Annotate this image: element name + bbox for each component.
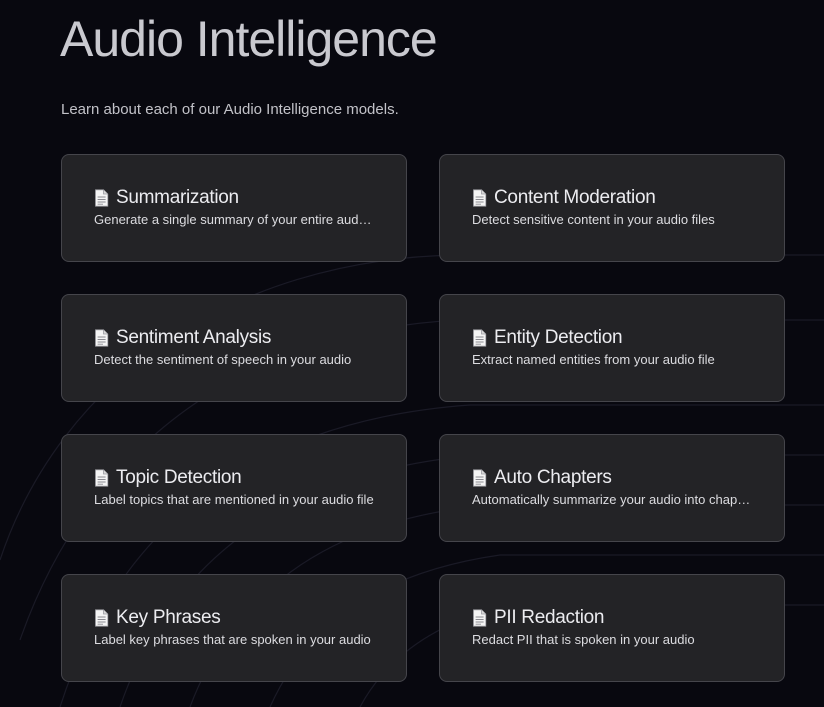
card-description: Automatically summarize your audio into … <box>472 492 752 507</box>
card-pii-redaction[interactable]: PII Redaction Redact PII that is spoken … <box>439 574 785 682</box>
document-icon <box>472 188 487 207</box>
page-subtitle: Learn about each of our Audio Intelligen… <box>61 101 399 118</box>
card-title-row: Key Phrases <box>94 606 374 630</box>
card-topic-detection[interactable]: Topic Detection Label topics that are me… <box>61 434 407 542</box>
document-icon <box>94 608 109 627</box>
page-title: Audio Intelligence <box>60 11 438 67</box>
document-icon <box>94 328 109 347</box>
card-summarization[interactable]: Summarization Generate a single summary … <box>61 154 407 262</box>
card-title: PII Redaction <box>494 607 605 628</box>
model-card-grid: Summarization Generate a single summary … <box>61 154 785 682</box>
card-description: Detect sensitive content in your audio f… <box>472 212 715 227</box>
card-title: Entity Detection <box>494 327 623 348</box>
card-description: Detect the sentiment of speech in your a… <box>94 352 352 367</box>
card-description: Redact PII that is spoken in your audio <box>472 632 695 647</box>
card-title-row: Topic Detection <box>94 466 374 490</box>
card-auto-chapters[interactable]: Auto Chapters Automatically summarize yo… <box>439 434 785 542</box>
card-title-row: Content Moderation <box>472 186 752 210</box>
card-title-row: Entity Detection <box>472 326 752 350</box>
card-title-row: Auto Chapters <box>472 466 752 490</box>
card-title: Key Phrases <box>116 607 221 628</box>
card-title-row: Sentiment Analysis <box>94 326 374 350</box>
document-icon <box>94 188 109 207</box>
card-title: Topic Detection <box>116 467 242 488</box>
card-description: Generate a single summary of your entire… <box>94 212 374 227</box>
card-description: Extract named entities from your audio f… <box>472 352 715 367</box>
document-icon <box>472 468 487 487</box>
card-content-moderation[interactable]: Content Moderation Detect sensitive cont… <box>439 154 785 262</box>
card-description: Label topics that are mentioned in your … <box>94 492 374 507</box>
document-icon <box>472 328 487 347</box>
card-title: Sentiment Analysis <box>116 327 272 348</box>
document-icon <box>94 468 109 487</box>
card-title-row: Summarization <box>94 186 374 210</box>
card-key-phrases[interactable]: Key Phrases Label key phrases that are s… <box>61 574 407 682</box>
card-title: Content Moderation <box>494 187 656 208</box>
document-icon <box>472 608 487 627</box>
card-sentiment-analysis[interactable]: Sentiment Analysis Detect the sentiment … <box>61 294 407 402</box>
card-description: Label key phrases that are spoken in you… <box>94 632 371 647</box>
card-title: Summarization <box>116 187 239 208</box>
card-title: Auto Chapters <box>494 467 612 488</box>
card-title-row: PII Redaction <box>472 606 752 630</box>
card-entity-detection[interactable]: Entity Detection Extract named entities … <box>439 294 785 402</box>
